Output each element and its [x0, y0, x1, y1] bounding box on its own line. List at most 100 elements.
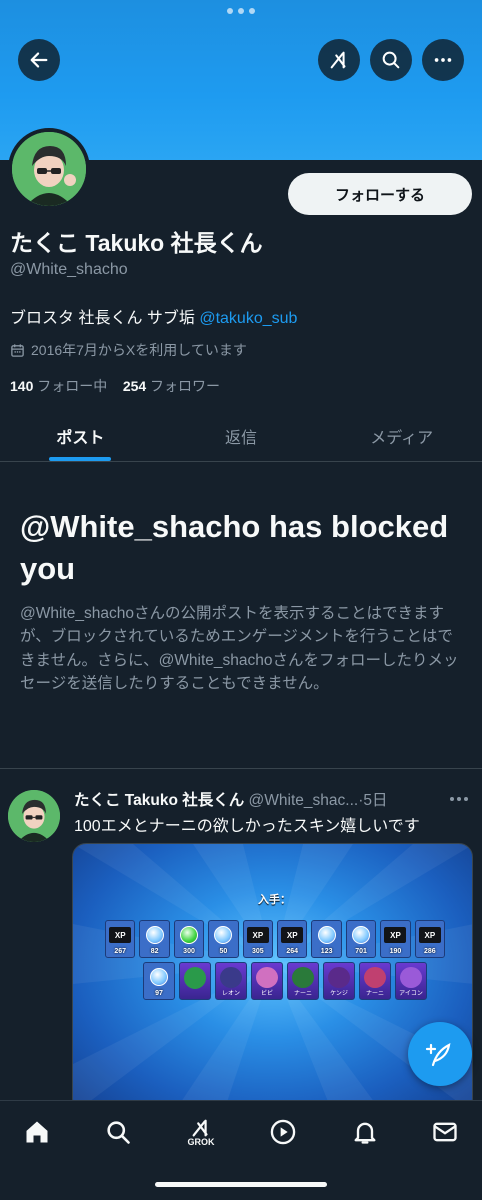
- skin-portrait: [256, 967, 278, 988]
- reward-tile: ナーニ: [359, 962, 391, 1000]
- grok-label: GROK: [187, 1137, 215, 1147]
- gem-icon: [214, 926, 233, 944]
- reward-amount: 82: [150, 948, 159, 955]
- reward-row: XP 267 82 300 50 XP 305 XP 264 123 701 XP 190 XP 286: [105, 920, 446, 958]
- reward-amount: 123: [320, 948, 333, 955]
- reward-amount: 264: [286, 948, 299, 955]
- grok-icon: [192, 1119, 208, 1137]
- search-button[interactable]: [370, 39, 412, 81]
- reward-tile: XP 190: [380, 920, 411, 958]
- followers-label: フォロワー: [146, 378, 221, 394]
- followers-link[interactable]: 254 フォロワー: [123, 378, 220, 394]
- reward-amount: 300: [183, 948, 195, 955]
- post-avatar[interactable]: [8, 790, 60, 842]
- reward-tile: 300: [173, 920, 205, 958]
- reward-amount: 267: [114, 948, 127, 955]
- skin-portrait: [328, 967, 350, 988]
- nav-grok[interactable]: GROK: [186, 1117, 216, 1147]
- post-header: たくこ Takuko 社長くん @White_shac...·5日: [74, 788, 434, 810]
- profile-avatar[interactable]: [8, 128, 90, 210]
- reward-tile: 701: [345, 920, 377, 958]
- tab-posts[interactable]: ポスト: [0, 410, 161, 461]
- xp-token-icon: XP: [384, 927, 407, 943]
- bio-mention-link[interactable]: @takuko_sub: [199, 310, 297, 327]
- drag-handle[interactable]: [227, 8, 255, 14]
- reward-amount: 286: [424, 948, 436, 955]
- following-link[interactable]: 140 フォロー中: [10, 378, 107, 394]
- grok-icon: [330, 51, 346, 69]
- xp-token-icon: XP: [418, 927, 441, 943]
- reward-tile: ケンジ: [323, 962, 355, 1000]
- reward-tile: 82: [139, 920, 170, 958]
- envelope-icon: [433, 1122, 457, 1142]
- skin-name: ナーニ: [293, 991, 312, 997]
- reward-tile: XP 305: [242, 920, 274, 958]
- nav-search[interactable]: [103, 1117, 133, 1147]
- gem-icon: [150, 968, 168, 986]
- reward-tile: 123: [311, 920, 342, 958]
- following-label: フォロー中: [33, 378, 108, 394]
- tab-media[interactable]: メディア: [321, 410, 482, 461]
- avatar-image: [8, 790, 60, 842]
- search-icon: [382, 51, 400, 69]
- joined-date: 2016年7月からXを利用しています: [10, 340, 247, 360]
- followers-count: 254: [122, 378, 147, 394]
- post-author-handle[interactable]: @White_shac...: [249, 792, 359, 809]
- reward-tiles: XP 267 82 300 50 XP 305 XP 264 123 701 XP 190 XP 286 9…: [105, 920, 446, 1004]
- post-more-button[interactable]: [450, 792, 472, 806]
- reward-tile: XP 286: [414, 920, 446, 958]
- video-play-icon: [270, 1119, 296, 1145]
- xp-token-icon: XP: [281, 927, 304, 943]
- post-media-image[interactable]: 入手： XP 267 82 300 50 XP 305 XP 264 123 701 XP 190 XP 2…: [72, 843, 473, 1113]
- profile-bio: ブロスタ 社長くん サブ垢 @takuko_sub: [10, 304, 297, 328]
- reward-tile: ビビ: [251, 962, 283, 1000]
- bell-icon: [354, 1122, 376, 1144]
- skin-portrait: [292, 967, 314, 988]
- home-icon: [26, 1121, 48, 1143]
- follow-stats: 140 フォロー中 254 フォロワー: [10, 376, 220, 396]
- reward-label: 入手：: [258, 894, 291, 906]
- home-indicator[interactable]: [155, 1182, 327, 1187]
- back-arrow-icon: [30, 52, 48, 68]
- reward-amount: 190: [389, 948, 402, 955]
- profile-display-name: たくこ Takuko 社長くん: [10, 230, 263, 256]
- more-icon: [434, 58, 452, 62]
- joined-text: 2016年7月からXを利用しています: [31, 342, 247, 358]
- calendar-icon: [11, 343, 24, 357]
- compose-button[interactable]: [408, 1022, 472, 1086]
- skin-name: ビビ: [260, 991, 273, 997]
- skin-portrait: [400, 967, 422, 988]
- nav-notifications[interactable]: [350, 1117, 380, 1147]
- gem-icon: [352, 926, 371, 944]
- reward-amount: 97: [155, 990, 163, 997]
- blocked-description: @White_shachoさんの公開ポストを表示することはできますが、ブロックさ…: [20, 605, 459, 692]
- reward-tile: XP 267: [105, 920, 136, 958]
- gem-icon: [317, 926, 336, 944]
- gem-icon: [145, 926, 164, 944]
- avatar-image: [12, 132, 86, 206]
- follow-button[interactable]: フォローする: [288, 173, 472, 215]
- skin-portrait: [184, 967, 206, 989]
- bio-text: ブロスタ 社長くん サブ垢: [10, 310, 200, 327]
- tab-replies[interactable]: 返信: [161, 410, 322, 461]
- reward-tile: 50: [208, 920, 239, 958]
- post-time[interactable]: ·5日: [358, 792, 387, 809]
- following-count: 140: [10, 378, 34, 394]
- nav-messages[interactable]: [430, 1117, 460, 1147]
- search-icon: [107, 1121, 130, 1144]
- more-button[interactable]: [422, 39, 464, 81]
- xp-token-icon: XP: [109, 927, 132, 943]
- reward-tile: [179, 962, 211, 1000]
- back-button[interactable]: [18, 39, 60, 81]
- reward-tile: ナーニ: [287, 962, 319, 1000]
- reward-amount: 50: [219, 948, 228, 955]
- profile-handle: @White_shacho: [10, 261, 128, 278]
- post-author-name[interactable]: たくこ Takuko 社長くん: [74, 792, 244, 809]
- nav-video[interactable]: [268, 1117, 298, 1147]
- reward-amount: 305: [251, 948, 264, 955]
- reward-tile: 97: [143, 962, 175, 1000]
- reward-row: 97 レオン ビビ ナーニ ケンジ ナーニ アイコン: [105, 962, 445, 1000]
- grok-button[interactable]: [318, 39, 360, 81]
- skin-name: レオン: [221, 991, 240, 997]
- nav-home[interactable]: [22, 1117, 52, 1147]
